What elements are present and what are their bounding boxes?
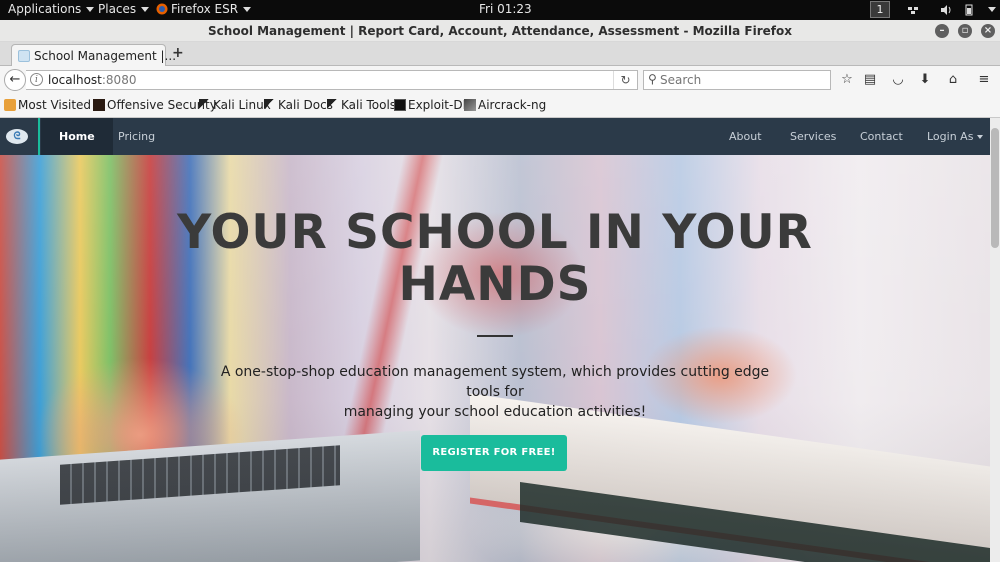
clock[interactable]: Fri 01:23 bbox=[479, 2, 532, 16]
new-tab-button[interactable]: + bbox=[172, 45, 184, 61]
search-icon: ⚲ bbox=[648, 72, 657, 86]
workspace-indicator[interactable]: 1 bbox=[870, 1, 890, 18]
reload-button[interactable]: ↻ bbox=[613, 71, 637, 89]
pocket-icon[interactable]: ◡ bbox=[889, 71, 907, 89]
site-navbar: ᘓ Home Pricing About Services Contact Lo… bbox=[0, 118, 990, 155]
minimize-icon: – bbox=[939, 25, 945, 36]
register-button[interactable]: REGISTER FOR FREE! bbox=[421, 435, 567, 471]
applications-menu[interactable]: Applications bbox=[8, 2, 95, 16]
page-scrollbar[interactable] bbox=[990, 118, 1000, 562]
close-button[interactable]: × bbox=[981, 24, 995, 38]
bookmark-kali-linux[interactable]: Kali Linux bbox=[199, 98, 271, 112]
nav-login-as[interactable]: Login As bbox=[909, 118, 990, 155]
bookmark-aircrack-ng[interactable]: Aircrack-ng bbox=[464, 98, 546, 112]
close-icon: × bbox=[983, 25, 993, 36]
back-button[interactable]: ← bbox=[4, 69, 26, 91]
system-top-bar: Applications Places Firefox ESR Fri 01:2… bbox=[0, 0, 1000, 20]
web-page: YOUR SCHOOL IN YOUR HANDS A one-stop-sho… bbox=[0, 118, 990, 562]
home-icon[interactable]: ⌂ bbox=[944, 71, 962, 89]
kali-icon bbox=[199, 99, 211, 111]
bookmark-kali-tools[interactable]: Kali Tools bbox=[327, 98, 396, 112]
offsec-icon bbox=[93, 99, 105, 111]
url-bar[interactable]: i localhost:8080 ↻ bbox=[26, 70, 638, 90]
maximize-button[interactable]: ▫ bbox=[958, 24, 972, 38]
reading-list-icon[interactable]: ▤ bbox=[861, 71, 879, 89]
bookmark-star-icon[interactable]: ☆ bbox=[838, 71, 856, 89]
favicon-icon bbox=[18, 50, 30, 62]
kali-icon bbox=[264, 99, 276, 111]
places-menu[interactable]: Places bbox=[98, 2, 150, 16]
exploitdb-icon bbox=[394, 99, 406, 111]
bookmark-kali-docs[interactable]: Kali Docs bbox=[264, 98, 333, 112]
app-menu[interactable]: Firefox ESR bbox=[156, 2, 252, 16]
school-logo-icon: ᘓ bbox=[6, 129, 28, 144]
chevron-down-icon bbox=[86, 7, 95, 12]
minimize-button[interactable]: – bbox=[935, 24, 949, 38]
nav-about[interactable]: About bbox=[711, 118, 780, 155]
info-icon[interactable]: i bbox=[30, 73, 43, 86]
hero-tagline: A one-stop-shop education management sys… bbox=[210, 362, 780, 422]
tab-school-management[interactable]: School Management |... bbox=[11, 44, 176, 67]
hero-tagline-line-2: managing your school education activitie… bbox=[343, 404, 647, 420]
chevron-down-icon bbox=[141, 7, 150, 12]
url-text[interactable]: localhost:8080 bbox=[48, 73, 136, 87]
hero-headline-line-2: HANDS bbox=[398, 257, 592, 312]
hamburger-menu-icon[interactable]: ≡ bbox=[975, 71, 993, 89]
power-menu[interactable] bbox=[983, 2, 996, 16]
battery-icon[interactable] bbox=[963, 4, 975, 16]
maximize-icon: ▫ bbox=[961, 25, 969, 36]
scrollbar-thumb[interactable] bbox=[991, 128, 999, 248]
hero-divider bbox=[477, 335, 513, 337]
caret-down-icon bbox=[977, 135, 984, 139]
reload-icon: ↻ bbox=[620, 73, 631, 87]
site-brand[interactable]: ᘓ bbox=[0, 118, 40, 155]
network-icon[interactable] bbox=[907, 4, 919, 16]
tab-label: School Management |... bbox=[34, 49, 177, 63]
aircrack-icon bbox=[464, 99, 476, 111]
window-title-bar: School Management | Report Card, Account… bbox=[0, 20, 1000, 42]
kali-icon bbox=[327, 99, 339, 111]
bookmark-most-visited[interactable]: Most Visited ▾ bbox=[4, 98, 101, 112]
search-input[interactable] bbox=[660, 72, 820, 88]
hero-headline-line-1: YOUR SCHOOL IN YOUR bbox=[177, 205, 813, 260]
hero-headline: YOUR SCHOOL IN YOUR HANDS bbox=[0, 207, 990, 311]
window-title: School Management | Report Card, Account… bbox=[208, 24, 792, 38]
chevron-down-icon bbox=[243, 7, 252, 12]
star-folder-icon bbox=[4, 99, 16, 111]
arrow-left-icon: ← bbox=[9, 72, 21, 87]
volume-icon[interactable] bbox=[940, 4, 952, 16]
hero-tagline-line-1: A one-stop-shop education management sys… bbox=[220, 364, 770, 400]
hero-section: YOUR SCHOOL IN YOUR HANDS A one-stop-sho… bbox=[0, 155, 990, 562]
navigation-toolbar: ← i localhost:8080 ↻ ⚲ ☆ ▤ ◡ ⬇ ⌂ ≡ bbox=[0, 66, 1000, 94]
nav-pricing[interactable]: Pricing bbox=[100, 118, 173, 155]
search-bar[interactable]: ⚲ bbox=[643, 70, 831, 90]
firefox-icon bbox=[156, 3, 168, 15]
downloads-icon[interactable]: ⬇ bbox=[916, 71, 934, 89]
tab-strip: School Management |... + bbox=[0, 42, 1000, 67]
bookmark-exploit-db[interactable]: Exploit-DB bbox=[394, 98, 471, 112]
chevron-down-icon bbox=[988, 7, 996, 12]
bookmarks-toolbar: Most Visited ▾ Offensive Security Kali L… bbox=[0, 94, 1000, 118]
